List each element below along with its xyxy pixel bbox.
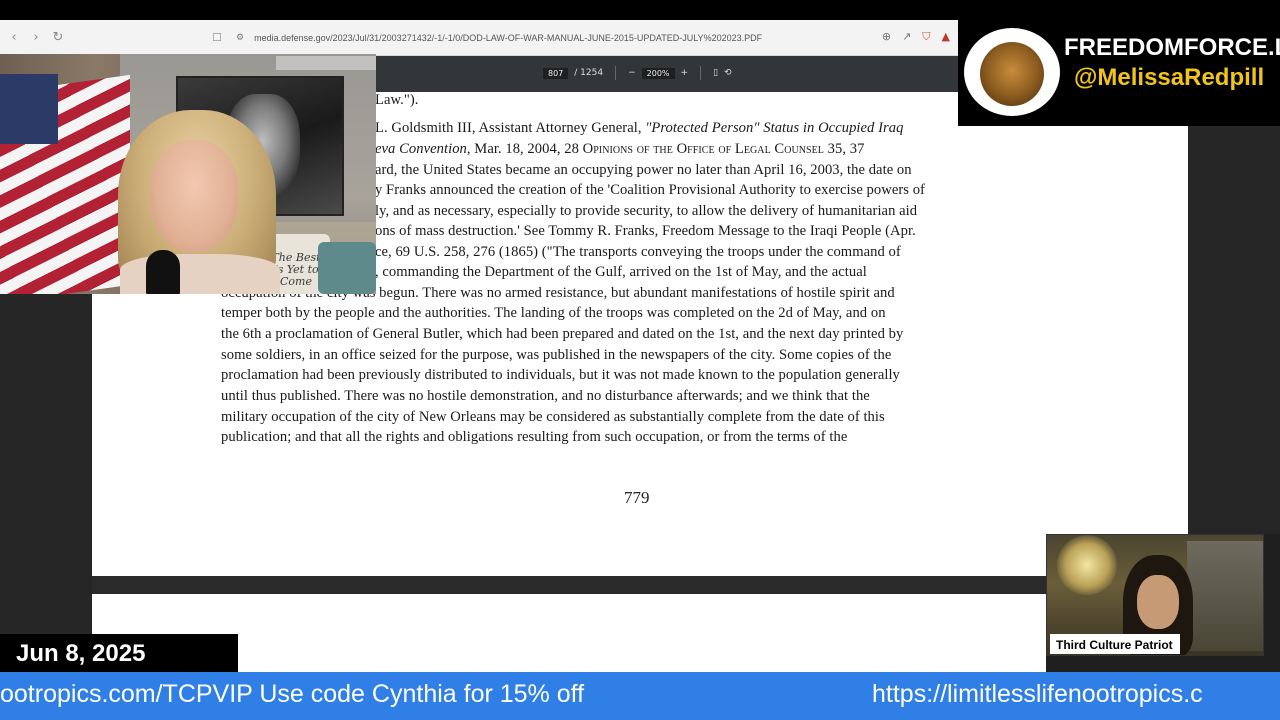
logo-circle — [964, 28, 1060, 116]
flag-canton — [0, 74, 58, 144]
page-number: 779 — [624, 488, 650, 507]
promo-ticker: ootropics.com/TCPVIP Use code Cynthia fo… — [0, 672, 1280, 720]
pdf-viewer-margin-right — [1188, 92, 1280, 534]
doc-line: , commanding the Department of the Gulf,… — [375, 264, 867, 280]
doc-line: temper both by the people and the author… — [221, 305, 886, 321]
date-text: Jun 8, 2025 — [16, 640, 146, 667]
doc-line: eva Convention, Mar. 18, 2004, 28 Opinio… — [375, 141, 865, 157]
url-text: media.defense.gov/2023/Jul/31/2003271432… — [254, 33, 763, 43]
toolbar-divider — [700, 66, 702, 80]
zoom-level-input[interactable]: 200% — [641, 67, 675, 79]
share-icon[interactable]: ↗ — [902, 30, 911, 44]
site-info-icon[interactable]: ⚙ — [236, 33, 244, 43]
host-body — [120, 254, 280, 294]
chevron-right-icon[interactable]: › — [26, 30, 46, 45]
doc-line: ons of mass destruction.' See Tommy R. F… — [375, 223, 916, 239]
doc-line: ce, 69 U.S. 258, 276 (1865) ("The transp… — [375, 244, 901, 260]
browser-address-bar: ‹ › ↻ ☐ ⚙ media.defense.gov/2023/Jul/31/… — [0, 20, 958, 56]
zoom-out-button[interactable]: − — [628, 68, 636, 78]
ticker-text-left: ootropics.com/TCPVIP Use code Cynthia fo… — [0, 680, 585, 708]
page-number-input[interactable]: 807 — [543, 67, 569, 79]
reload-icon[interactable]: ↻ — [48, 30, 68, 45]
url-actions: ⊕ ↗ ⛉ ▲ — [882, 30, 950, 44]
doc-line: L. Goldsmith III, Assistant Attorney Gen… — [375, 120, 904, 136]
doc-line: some soldiers, in an office seized for t… — [221, 347, 892, 363]
rotate-icon[interactable]: ⟲ — [724, 68, 732, 78]
doc-line: ly, and as necessary, especially to prov… — [375, 203, 918, 219]
channel-logo: FREEDOMFORCE.LIVE @MelissaRedpill — [958, 20, 1280, 126]
lion-icon — [980, 42, 1044, 106]
ticker-text-right: https://limitlesslifenootropics.c — [872, 680, 1203, 708]
url-field[interactable]: ⚙ media.defense.gov/2023/Jul/31/20032714… — [230, 26, 930, 50]
alert-icon[interactable]: ▲ — [942, 30, 950, 44]
teal-pillow — [318, 242, 376, 294]
zoom-in-button[interactable]: + — [681, 68, 689, 78]
page-gap — [92, 576, 1046, 594]
host-face — [150, 140, 238, 252]
guest-face — [1137, 575, 1179, 629]
guest-name: Third Culture Patriot — [1056, 638, 1173, 652]
doc-line: the 6th a proclamation of General Butler… — [221, 326, 904, 342]
chevron-left-icon[interactable]: ‹ — [4, 30, 24, 45]
doc-line: publication; and that all the rights and… — [221, 429, 848, 445]
fit-page-icon[interactable]: ▯ — [713, 68, 718, 78]
lamp — [1057, 535, 1117, 595]
webcam-controls — [276, 56, 376, 70]
shelf — [1187, 541, 1263, 651]
microphone — [146, 250, 180, 294]
doc-line: y Franks announced the creation of the '… — [375, 182, 925, 198]
pdf-viewer-margin-left — [0, 292, 92, 634]
doc-line: military occupation of the city of New O… — [221, 409, 885, 425]
shield-icon[interactable]: ⛉ — [922, 30, 930, 44]
doc-line: Law."). — [375, 92, 419, 108]
page-total: / 1254 — [574, 68, 604, 78]
bookmark-icon[interactable]: ☐ — [212, 31, 222, 44]
host-webcam: The Best Is Yet to Come — [0, 54, 376, 294]
zoom-icon[interactable]: ⊕ — [882, 30, 891, 44]
pdf-toolbar: 807 / 1254 − 200% + ▯ ⟲ — [375, 56, 958, 92]
channel-handle: @MelissaRedpill — [1074, 64, 1265, 91]
doc-line: ard, the United States became an occupyi… — [375, 162, 912, 178]
toolbar-divider — [615, 66, 617, 80]
top-letterbox — [0, 0, 1280, 20]
doc-line: proclamation had been previously distrib… — [221, 367, 900, 383]
doc-line: until thus published. There was no hosti… — [221, 388, 870, 404]
channel-title: FREEDOMFORCE.LIVE — [1064, 34, 1280, 61]
